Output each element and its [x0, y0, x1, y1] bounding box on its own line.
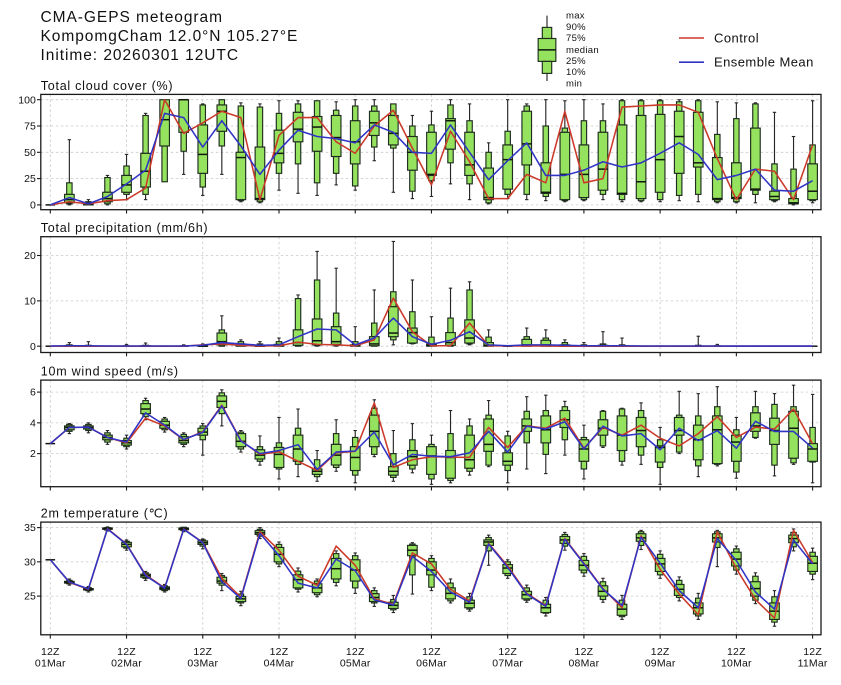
svg-text:12Z: 12Z: [803, 646, 822, 658]
svg-text:Ensemble Mean: Ensemble Mean: [714, 55, 814, 70]
svg-text:12Z: 12Z: [651, 646, 670, 658]
svg-text:median: median: [566, 45, 599, 56]
svg-text:01Mar: 01Mar: [35, 658, 66, 670]
svg-text:12Z: 12Z: [575, 646, 594, 658]
svg-text:50: 50: [24, 147, 36, 159]
svg-text:02Mar: 02Mar: [111, 658, 142, 670]
svg-text:12Z: 12Z: [498, 646, 517, 658]
svg-text:Total cloud cover (%): Total cloud cover (%): [41, 79, 173, 93]
svg-text:CMA-GEPS meteogram: CMA-GEPS meteogram: [41, 9, 223, 26]
svg-text:2m temperature (℃): 2m temperature (℃): [41, 507, 169, 521]
svg-text:12Z: 12Z: [727, 646, 746, 658]
svg-text:08Mar: 08Mar: [569, 658, 600, 670]
svg-text:12Z: 12Z: [422, 646, 441, 658]
svg-text:07Mar: 07Mar: [492, 658, 523, 670]
svg-text:30: 30: [24, 556, 36, 568]
svg-text:2: 2: [30, 448, 36, 460]
svg-text:10Mar: 10Mar: [721, 658, 752, 670]
svg-text:11Mar: 11Mar: [798, 658, 828, 670]
svg-text:12Z: 12Z: [346, 646, 365, 658]
svg-text:6: 6: [30, 387, 36, 399]
svg-text:25%: 25%: [566, 56, 586, 67]
svg-text:max: max: [566, 10, 585, 21]
svg-text:25: 25: [24, 591, 36, 603]
svg-text:4: 4: [30, 417, 36, 429]
svg-text:06Mar: 06Mar: [416, 658, 447, 670]
svg-text:Total precipitation (mm/6h): Total precipitation (mm/6h): [41, 221, 209, 235]
svg-text:min: min: [566, 79, 582, 90]
svg-text:0: 0: [30, 341, 36, 353]
svg-text:KompomgCham 12.0°N 105.27°E: KompomgCham 12.0°N 105.27°E: [41, 28, 299, 45]
svg-text:10: 10: [24, 295, 36, 307]
svg-text:12Z: 12Z: [270, 646, 289, 658]
svg-text:12Z: 12Z: [117, 646, 136, 658]
svg-text:09Mar: 09Mar: [645, 658, 676, 670]
svg-text:Control: Control: [714, 31, 759, 46]
svg-text:10%: 10%: [566, 67, 586, 78]
svg-text:05Mar: 05Mar: [340, 658, 371, 670]
svg-text:75: 75: [24, 121, 36, 133]
svg-text:10m wind speed (m/s): 10m wind speed (m/s): [41, 365, 179, 379]
svg-text:100: 100: [18, 94, 36, 106]
svg-text:04Mar: 04Mar: [264, 658, 295, 670]
svg-text:35: 35: [24, 522, 36, 534]
svg-text:12Z: 12Z: [41, 646, 60, 658]
svg-text:20: 20: [24, 250, 36, 262]
svg-text:0: 0: [30, 200, 36, 212]
svg-text:75%: 75%: [566, 33, 586, 44]
svg-text:12Z: 12Z: [193, 646, 212, 658]
svg-text:Initime: 20260301 12UTC: Initime: 20260301 12UTC: [41, 47, 239, 64]
svg-text:03Mar: 03Mar: [187, 658, 218, 670]
svg-text:25: 25: [24, 173, 36, 185]
svg-text:90%: 90%: [566, 22, 586, 33]
